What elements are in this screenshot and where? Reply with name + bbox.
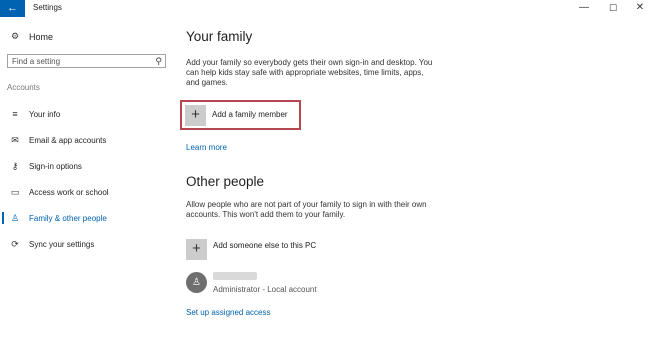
sidebar-item-label: Access work or school [29, 187, 109, 197]
sidebar-item-sign-in-options[interactable]: ⚷ Sign-in options [0, 153, 175, 179]
your-family-heading: Your family [186, 29, 253, 44]
sidebar-item-your-info[interactable]: ≡ Your info [0, 101, 175, 127]
main-content: Your family Add your family so everybody… [180, 17, 646, 352]
gear-icon: ⚙ [10, 31, 20, 41]
add-family-member-button[interactable]: + Add a family member [180, 100, 301, 130]
sidebar-item-sync-your-settings[interactable]: ⟳ Sync your settings [0, 231, 175, 257]
sync-icon: ⟳ [11, 238, 19, 249]
back-button[interactable]: ← [0, 0, 25, 17]
search-icon[interactable]: ⚲ [155, 55, 162, 67]
section-label-accounts: Accounts [7, 83, 40, 92]
assigned-access-link[interactable]: Set up assigned access [186, 308, 271, 317]
plus-icon: + [186, 239, 207, 260]
sidebar-item-label: Email & app accounts [29, 135, 107, 145]
plus-icon: + [185, 104, 206, 126]
title-bar: ← Settings — ☐ ✕ [0, 0, 650, 17]
account-name-redacted [213, 272, 257, 280]
home-nav-item[interactable]: ⚙ Home [9, 31, 53, 42]
close-icon[interactable]: ✕ [634, 1, 646, 15]
sidebar-item-access-work-or-school[interactable]: ▭ Access work or school [0, 179, 175, 205]
sidebar-item-family-other-people[interactable]: ♙ Family & other people [0, 205, 175, 231]
search-input[interactable] [12, 55, 152, 67]
minimize-icon[interactable]: — [578, 1, 590, 15]
sidebar-nav: ≡ Your info ✉ Email & app accounts ⚷ Sig… [0, 101, 175, 257]
search-box[interactable]: ⚲ [7, 54, 166, 68]
person-icon: ♙ [10, 212, 20, 223]
sidebar-item-label: Your info [29, 109, 61, 119]
user-avatar-icon: ♙ [186, 272, 207, 293]
sidebar-item-email-app-accounts[interactable]: ✉ Email & app accounts [0, 127, 175, 153]
sidebar: ⚙ Home ⚲ Accounts ≡ Your info ✉ Email & … [0, 17, 175, 352]
home-label: Home [29, 31, 54, 42]
sidebar-item-label: Sync your settings [29, 239, 95, 249]
account-role: Administrator - Local account [213, 285, 317, 294]
person-list-icon: ≡ [12, 109, 18, 119]
window-title: Settings [33, 3, 62, 12]
your-family-description: Add your family so everybody gets their … [186, 58, 433, 87]
other-people-description: Allow people who are not part of your fa… [186, 200, 427, 219]
back-arrow-icon: ← [7, 2, 18, 14]
other-people-heading: Other people [186, 174, 265, 189]
add-someone-else-label: Add someone else to this PC [213, 241, 317, 250]
key-icon: ⚷ [11, 160, 19, 171]
mail-icon: ✉ [11, 134, 19, 145]
maximize-icon[interactable]: ☐ [607, 1, 619, 15]
add-family-member-label: Add a family member [212, 110, 288, 119]
briefcase-icon: ▭ [10, 186, 20, 197]
sidebar-item-label: Family & other people [29, 213, 107, 223]
learn-more-link[interactable]: Learn more [186, 143, 227, 152]
sidebar-item-label: Sign-in options [29, 161, 82, 171]
